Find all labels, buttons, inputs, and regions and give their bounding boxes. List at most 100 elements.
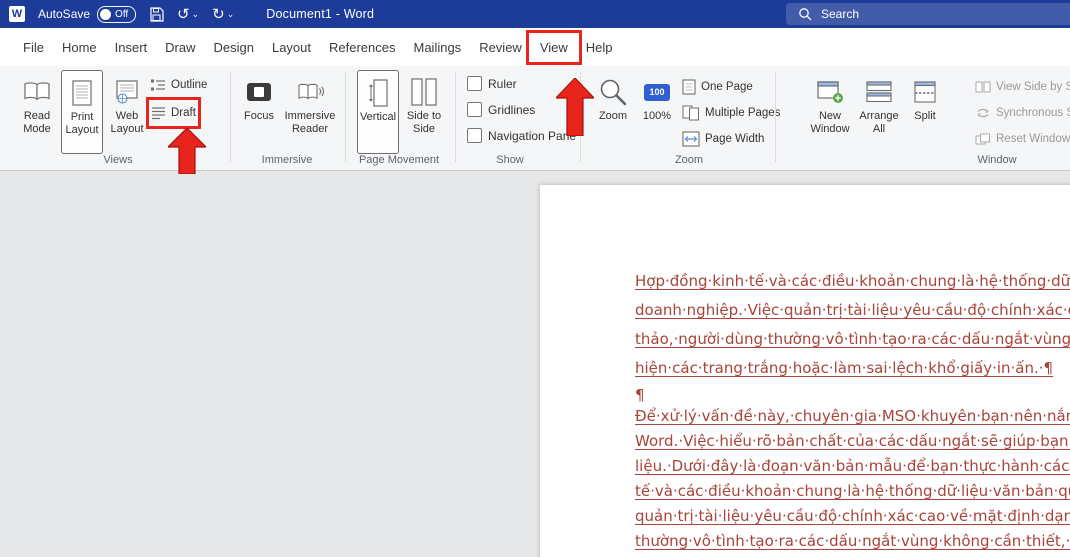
print-layout-label: Print Layout: [65, 111, 99, 136]
immersive-reader-label: Immersive Reader: [284, 110, 336, 135]
split-button[interactable]: Split: [906, 70, 944, 154]
title-bar: W AutoSave Off ↺ ⌄ ↻ ⌄ Document1 - Word …: [0, 0, 1070, 28]
document-line: tế·và·các·điều·khoản·chung·là·hệ·thống·d…: [635, 482, 1070, 500]
tab-home[interactable]: Home: [53, 35, 106, 60]
synchronous-scrolling-icon: [977, 108, 989, 118]
document-line: Hợp·đồng·kinh·tế·và·các·điều·khoản·chung…: [635, 272, 1070, 290]
read-mode-icon: [23, 74, 51, 110]
arrange-all-icon: [866, 74, 892, 110]
multiple-pages-button[interactable]: Multiple Pages: [682, 102, 780, 124]
multiple-pages-icon: [682, 105, 699, 121]
tab-mailings[interactable]: Mailings: [405, 35, 471, 60]
autosave-label: AutoSave: [38, 7, 91, 21]
zoom-label: Zoom: [598, 110, 628, 122]
draft-button[interactable]: Draft: [146, 97, 201, 129]
print-layout-icon: [72, 75, 92, 111]
tab-insert[interactable]: Insert: [106, 35, 157, 60]
immersive-reader-button[interactable]: Immersive Reader: [283, 70, 337, 154]
page-width-label: Page Width: [705, 133, 765, 145]
tab-help[interactable]: Help: [577, 35, 622, 60]
vertical-button[interactable]: Vertical: [357, 70, 399, 154]
print-layout-button[interactable]: Print Layout: [61, 70, 103, 154]
side-to-side-label: Side to Side: [406, 110, 442, 135]
new-window-button[interactable]: New Window: [808, 70, 852, 154]
zoom-button[interactable]: Zoom: [592, 70, 634, 154]
ruler-label: Ruler: [488, 76, 517, 91]
ruler-checkbox[interactable]: Ruler: [467, 76, 517, 91]
document-title: Document1 - Word: [266, 7, 375, 21]
document-area: Hợp·đồng·kinh·tế·và·các·điều·khoản·chung…: [0, 171, 1070, 557]
web-layout-label: Web Layout: [110, 110, 144, 135]
gridlines-label: Gridlines: [488, 102, 536, 117]
document-line: Word.·Việc·hiểu·rõ·bản·chất·của·các·dấu·…: [635, 432, 1070, 450]
gridlines-checkbox[interactable]: Gridlines: [467, 102, 535, 117]
autosave-toggle[interactable]: Off: [97, 5, 137, 23]
qat-dropdown-chevron-icon[interactable]: ⌄: [227, 9, 235, 19]
web-layout-icon: [116, 74, 138, 110]
ribbon: Read Mode Print Layout Web Layout Outlin…: [0, 66, 1070, 171]
outline-button[interactable]: Outline: [151, 74, 207, 96]
page-movement-group-label: Page Movement: [358, 154, 440, 166]
view-side-by-side-button: View Side by Sid: [975, 76, 1070, 98]
window-group: New Window Arrange All Split View Side b…: [775, 66, 1070, 170]
arrange-all-label: Arrange All: [859, 110, 899, 135]
search-label: Search: [821, 7, 860, 21]
word-window: W AutoSave Off ↺ ⌄ ↻ ⌄ Document1 - Word …: [0, 0, 1070, 557]
focus-icon: [246, 74, 272, 110]
redo-button[interactable]: ↻: [212, 7, 225, 22]
views-group-label: Views: [103, 154, 133, 166]
reset-window-position-icon: [975, 133, 990, 145]
reset-window-position-label: Reset Window P: [996, 133, 1070, 145]
read-mode-button[interactable]: Read Mode: [16, 70, 58, 154]
document-line: quản·trị·tài·liệu·yêu·cầu·độ·chính·xác·c…: [635, 507, 1070, 525]
side-to-side-button[interactable]: Side to Side: [403, 70, 445, 154]
focus-label: Focus: [244, 110, 274, 122]
document-line: thảo,·người·dùng·thường·vô·tình·tạo·ra·c…: [635, 330, 1070, 348]
zoom-100-label: 100%: [642, 110, 672, 122]
tab-references[interactable]: References: [320, 35, 404, 60]
one-page-icon: [682, 79, 696, 95]
split-icon: [914, 74, 936, 110]
word-logo-icon: W: [9, 6, 25, 22]
immersive-reader-icon: [297, 74, 324, 110]
autosave-state: Off: [115, 8, 129, 20]
reset-window-position-button: Reset Window P: [975, 128, 1070, 150]
pilcrow-mark: ¶: [635, 386, 645, 404]
tab-layout[interactable]: Layout: [263, 35, 320, 60]
search-bar[interactable]: Search: [786, 3, 1070, 25]
document-line: Để·xử·lý·vấn·đề·này,·chuyên·gia·MSO·khuy…: [635, 407, 1070, 425]
undo-button[interactable]: ↺: [177, 7, 190, 22]
view-side-by-side-label: View Side by Sid: [996, 81, 1070, 93]
draft-icon: [152, 107, 165, 120]
web-layout-button[interactable]: Web Layout: [106, 70, 148, 154]
zoom-icon: [598, 74, 628, 110]
checkbox-icon: [467, 128, 482, 143]
document-line: thường·vô·tình·tạo·ra·các·dấu·ngắt·vùng·…: [635, 532, 1070, 550]
page-width-button[interactable]: Page Width: [682, 128, 764, 150]
save-button[interactable]: [149, 6, 164, 22]
annotation-arrow-view: [556, 78, 594, 136]
side-to-side-icon: [411, 74, 437, 110]
show-group-label: Show: [496, 154, 524, 166]
undo-dropdown-chevron-icon[interactable]: ⌄: [192, 9, 200, 19]
tab-draw[interactable]: Draw: [156, 35, 204, 60]
read-mode-label: Read Mode: [23, 110, 51, 135]
zoom-100-icon: 100: [644, 83, 670, 101]
checkbox-icon: [467, 76, 482, 91]
tab-review[interactable]: Review: [470, 35, 531, 60]
tab-file[interactable]: File: [14, 35, 53, 60]
annotation-arrow-draft: [168, 128, 206, 174]
tab-view[interactable]: View: [525, 29, 582, 65]
one-page-button[interactable]: One Page: [682, 76, 753, 98]
save-icon: [150, 6, 164, 22]
immersive-group-label: Immersive: [261, 154, 313, 166]
arrange-all-button[interactable]: Arrange All: [857, 70, 901, 154]
zoom-group: Zoom 100 100% One Page Multiple Pages Pa…: [580, 66, 780, 170]
tab-design[interactable]: Design: [205, 35, 263, 60]
page-movement-group: Vertical Side to Side Page Movement: [345, 66, 455, 170]
synchronous-scrolling-label: Synchronous Sc: [996, 107, 1070, 119]
page-width-icon: [682, 131, 700, 147]
focus-button[interactable]: Focus: [238, 70, 280, 154]
document-page[interactable]: Hợp·đồng·kinh·tế·và·các·điều·khoản·chung…: [540, 185, 1070, 557]
zoom-100-button[interactable]: 100 100%: [636, 70, 678, 154]
